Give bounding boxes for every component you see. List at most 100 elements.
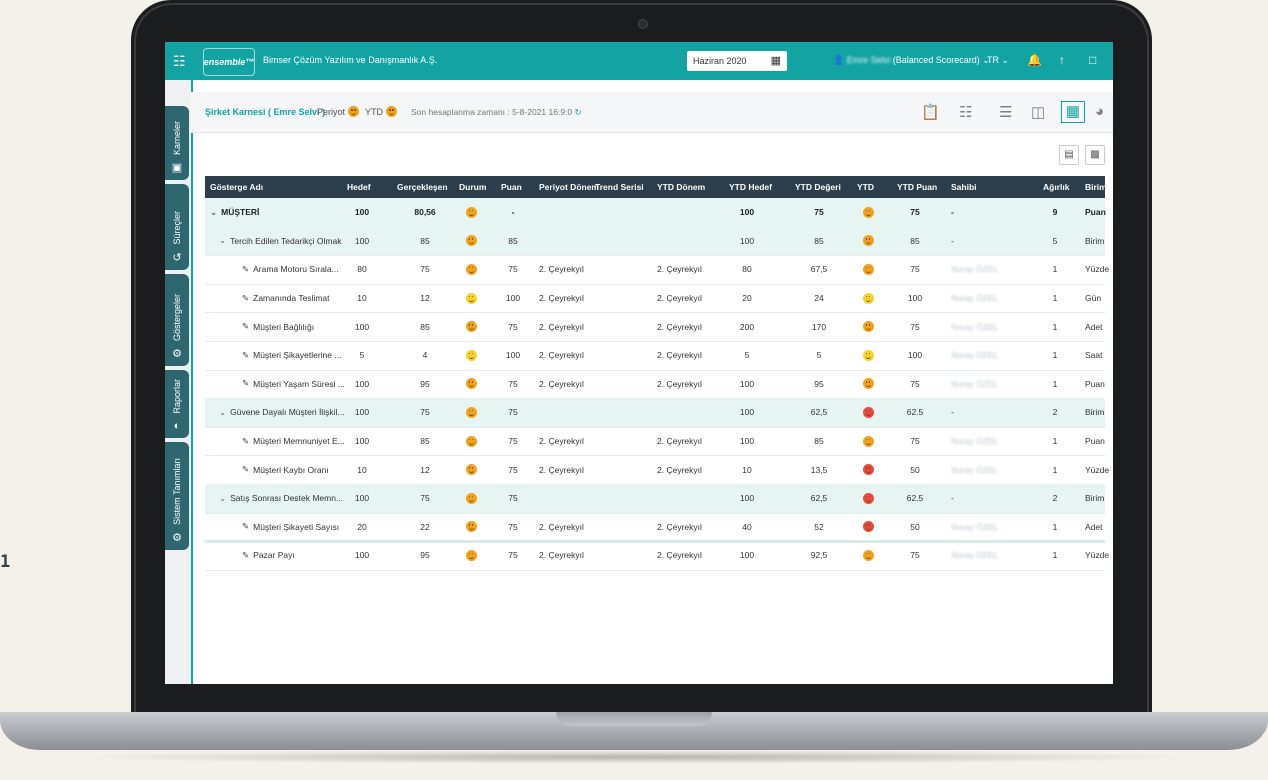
table-row[interactable]: ✎ Müşteri Şikayetlerine ... 5 4 100 2. Çeyrek… <box>205 341 1105 371</box>
indicator-link-icon[interactable]: ✎ <box>242 264 249 275</box>
col-header[interactable]: Periyot Dönem <box>539 176 599 198</box>
indicator-name-text[interactable]: Pazar Payı <box>253 550 295 560</box>
cell-ytd-deger: 85 <box>799 427 839 456</box>
sidebar-item-raporlar[interactable]: Raporlar ◐ <box>165 370 189 438</box>
table-row[interactable]: ✎ Müşteri Yaşam Süresi ... 100 95 75 2. Çeyre… <box>205 370 1105 400</box>
status-face-icon <box>465 206 477 218</box>
col-header[interactable]: YTD Değeri <box>795 176 845 198</box>
cell-value: Yüzde <box>1085 550 1109 561</box>
cell-ytd-hedef: 100 <box>727 398 767 427</box>
add-column-icon[interactable]: ◫ <box>1031 103 1045 121</box>
indicator-name-text[interactable]: Müşteri Kaybı Oranı <box>253 465 329 475</box>
cell-value: Birim <box>1085 493 1105 504</box>
apps-grid-icon[interactable]: ☷ <box>173 53 186 70</box>
copy-export-icon[interactable]: ▤ <box>1059 145 1079 165</box>
col-header[interactable]: Durum <box>459 176 493 198</box>
sidebar-item-karneler[interactable]: Karneler ▣ <box>165 106 189 180</box>
list-view-icon[interactable]: ☰ <box>999 103 1012 121</box>
col-header[interactable]: YTD Dönem <box>657 176 711 198</box>
status-face-icon <box>465 464 477 476</box>
cell-value: 85 <box>508 235 518 246</box>
cell-sahibi: Nuray ÖZEL <box>951 312 1011 341</box>
hierarchy-icon[interactable]: ☷ <box>959 103 972 121</box>
sidebar-item-gostergeler[interactable]: Göstergeler ⚙ <box>165 274 189 366</box>
indicator-link-icon[interactable]: ✎ <box>242 321 249 332</box>
table-row[interactable]: ✎ Arama Motoru Sırala... 80 75 75 2. Çeyrekyı… <box>205 255 1109 285</box>
col-header[interactable]: Gösterge Adı <box>210 176 340 198</box>
cell-value: - <box>951 407 954 418</box>
cell-agirlik: 1 <box>1045 255 1065 284</box>
table-view-icon[interactable]: ▦ <box>1061 101 1085 123</box>
indicator-name-text[interactable]: Tercih Edilen Tedarikçi Olmak <box>230 236 341 246</box>
table-row[interactable]: ✎ Müşteri Kaybı Oranı 10 12 75 2. Çeyrekyıl 2.… <box>205 455 1109 485</box>
indicator-name-text[interactable]: Güvene Dayalı Müşteri İlişkil... <box>230 407 344 417</box>
sidebar-item-sistem-tanimlari[interactable]: Sistem Tanımları ⚙ <box>165 442 189 550</box>
cell-value: 52 <box>814 521 824 532</box>
language-select[interactable]: TR ⌄ <box>987 55 1009 66</box>
indicator-name-text[interactable]: Arama Motoru Sırala... <box>253 264 339 274</box>
col-header[interactable]: YTD <box>857 176 879 198</box>
col-header[interactable]: Birim <box>1085 176 1107 198</box>
table-row[interactable]: ✎ Zamanında Teslimat 10 12 100 2. Çeyrekyıl 2.… <box>205 284 1105 314</box>
cell-value: 75 <box>910 264 920 275</box>
indicator-link-icon[interactable]: ✎ <box>242 464 249 475</box>
indicator-link-icon[interactable]: ✎ <box>242 521 249 532</box>
sidebar-item-surecler[interactable]: Süreçler ↺ <box>165 184 189 270</box>
cell-value: 2. Çeyrekyıl <box>657 293 702 304</box>
indicator-name-text[interactable]: Satış Sonrası Destek Memn... <box>230 493 343 503</box>
bell-icon[interactable]: 🔔 <box>1027 53 1042 67</box>
indicator-link-icon[interactable]: ✎ <box>242 436 249 447</box>
indicator-name-text[interactable]: Müşteri Şikayeti Sayısı <box>253 522 339 532</box>
col-header[interactable]: YTD Puan <box>897 176 941 198</box>
indicator-link-icon[interactable]: ✎ <box>242 550 249 561</box>
indicator-name-text[interactable]: MÜŞTERİ <box>221 207 259 217</box>
cell-ytd-puan: 75 <box>895 541 935 570</box>
table-row[interactable]: ⌄ Tercih Edilen Tedarikçi Olmak 100 85 85 100… <box>205 226 1105 257</box>
indicator-name-text[interactable]: Müşteri Yaşam Süresi ... <box>253 379 345 389</box>
cell-sahibi: Nuray ÖZEL <box>951 341 1011 370</box>
user-menu[interactable]: 👤 Emre Selvi (Balanced Scorecard) ⌄ <box>833 55 990 66</box>
table-row[interactable]: ⌄ MÜŞTERİ 100 80,56 - 100 75 75 - 9 Puan <box>205 198 1106 228</box>
table-row[interactable]: ⌄ Güvene Dayalı Müşteri İlişkil... 100 75 75… <box>205 398 1105 428</box>
calendar-icon[interactable]: ▦ <box>771 54 781 67</box>
col-header[interactable]: Sahibi <box>951 176 1001 198</box>
excel-export-icon[interactable]: ▩ <box>1085 145 1105 165</box>
table-row[interactable]: ✎ Müşteri Memnuniyet E... 100 85 75 2. Çeyrek… <box>205 427 1105 457</box>
cell-value: 1 <box>1052 293 1058 304</box>
chart-view-icon[interactable]: ◕ <box>1095 103 1104 120</box>
cell-value: 80 <box>742 264 752 275</box>
table-row[interactable]: ⌄ Satış Sonrası Destek Memn... 100 75 75 100 6… <box>205 484 1105 514</box>
indicator-name-text[interactable]: Müşteri Memnuniyet E... <box>253 436 345 446</box>
col-header[interactable]: Ağırlık <box>1043 176 1077 198</box>
collapse-chevron-icon[interactable]: ⌄ <box>210 207 217 218</box>
cell-ytd-donem: 2. Çeyrekyıl <box>657 312 715 341</box>
col-header[interactable]: Gerçekleşen <box>397 176 457 198</box>
indicator-link-icon[interactable]: ✎ <box>242 378 249 389</box>
collapse-chevron-icon[interactable]: ⌄ <box>219 493 226 504</box>
table-row[interactable]: ✎ Müşteri Bağlılığı 100 85 75 2. Çeyrekyıl 2. … <box>205 312 1105 342</box>
indicator-name-text[interactable]: Müşteri Şikayetlerine ... <box>253 350 341 360</box>
indicator-name-text[interactable]: Müşteri Bağlılığı <box>253 322 314 332</box>
chat-icon[interactable]: □ <box>1089 53 1096 67</box>
indicator-link-icon[interactable]: ✎ <box>242 293 249 304</box>
cell-value: 2. Çeyrekyıl <box>539 521 584 532</box>
period-date-picker[interactable]: Haziran 2020 ▦ <box>687 51 787 71</box>
collapse-chevron-icon[interactable]: ⌄ <box>219 235 226 246</box>
col-header[interactable]: Trend Serisi <box>595 176 653 198</box>
cell-ytd-donem <box>657 398 715 427</box>
indicator-name-text[interactable]: Zamanında Teslimat <box>253 293 329 303</box>
col-header[interactable]: YTD Hedef <box>729 176 775 198</box>
refresh-icon[interactable]: ↻ <box>575 107 582 117</box>
status-cell <box>459 513 483 542</box>
collapse-chevron-icon[interactable]: ⌄ <box>219 407 226 418</box>
table-row[interactable]: ✎ Müşteri Şikayeti Sayısı 20 22 75 2. Çeyreky… <box>205 513 1105 543</box>
ytd-status-cell <box>857 455 879 484</box>
arrow-up-icon[interactable]: ↑ <box>1059 53 1065 67</box>
table-row[interactable]: ✎ Pazar Payı 100 95 75 2. Çeyrekyıl 2. Çeyreky… <box>205 541 1109 571</box>
col-header[interactable]: Puan <box>501 176 531 198</box>
col-header[interactable]: Hedef <box>347 176 387 198</box>
indicator-link-icon[interactable]: ✎ <box>242 350 249 361</box>
cell-ytd-puan: 75 <box>895 255 935 284</box>
clipboard-icon[interactable]: 📋 <box>921 103 940 121</box>
page-title[interactable]: Şirket Karnesi ( Emre Selvi ) <box>205 107 325 117</box>
